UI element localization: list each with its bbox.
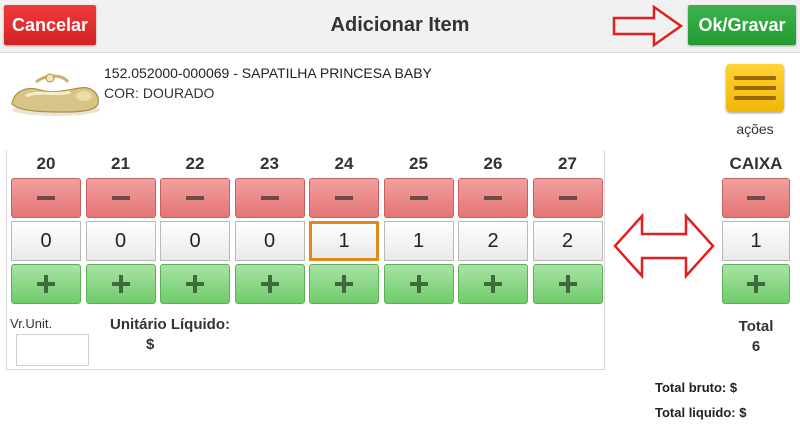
decrement-button[interactable] bbox=[458, 178, 528, 218]
minus-icon bbox=[260, 196, 279, 200]
product-code-name: 152.052000-000069 - SAPATILHA PRINCESA B… bbox=[104, 65, 432, 81]
annotation-double-arrow-icon bbox=[613, 212, 715, 280]
size-column: 25 1 bbox=[383, 150, 454, 304]
net-total: Total liquido: $ bbox=[655, 405, 747, 420]
quantity-field[interactable]: 2 bbox=[532, 221, 603, 261]
plus-icon-vertical bbox=[342, 275, 346, 293]
unit-price-input[interactable] bbox=[16, 334, 89, 366]
ok-save-button[interactable]: Ok/Gravar bbox=[688, 5, 796, 45]
quantity-field-selected[interactable]: 1 bbox=[309, 221, 379, 261]
size-label: 21 bbox=[111, 154, 130, 173]
size-column: 22 0 bbox=[160, 150, 230, 304]
box-label: CAIXA bbox=[729, 154, 783, 173]
decrement-button[interactable] bbox=[160, 178, 230, 218]
actions-label: ações bbox=[736, 121, 774, 137]
plus-icon-vertical bbox=[416, 275, 421, 293]
decrement-button[interactable] bbox=[11, 178, 81, 218]
plus-icon-vertical bbox=[118, 275, 123, 293]
total-value: 6 bbox=[751, 338, 761, 355]
size-column: 24 1 bbox=[309, 150, 379, 304]
increment-button[interactable] bbox=[160, 264, 230, 304]
size-column: 20 0 bbox=[11, 150, 81, 304]
size-column: 27 2 bbox=[532, 150, 603, 304]
increment-button[interactable] bbox=[85, 264, 156, 304]
increment-button[interactable] bbox=[11, 264, 81, 304]
increment-button[interactable] bbox=[234, 264, 305, 304]
minus-icon bbox=[409, 196, 428, 200]
decrement-button[interactable] bbox=[532, 178, 603, 218]
gross-total: Total bruto: $ bbox=[655, 380, 738, 395]
increment-button[interactable] bbox=[383, 264, 454, 304]
net-unit-label: Unitário Líquido: bbox=[110, 316, 230, 333]
size-column: 26 2 bbox=[458, 150, 528, 304]
minus-icon bbox=[335, 196, 353, 200]
quantity-field[interactable]: 0 bbox=[85, 221, 156, 261]
box-quantity-field[interactable]: 1 bbox=[722, 221, 790, 261]
box-decrement-button[interactable] bbox=[722, 178, 790, 218]
menu-icon-bar bbox=[734, 86, 776, 90]
box-increment-button[interactable] bbox=[722, 264, 790, 304]
minus-icon bbox=[558, 196, 577, 200]
menu-icon-bar bbox=[734, 76, 776, 80]
quantity-field[interactable]: 0 bbox=[160, 221, 230, 261]
quantity-field[interactable]: 0 bbox=[234, 221, 305, 261]
net-unit-value: $ bbox=[146, 336, 155, 353]
product-image bbox=[11, 73, 100, 116]
menu-icon-bar bbox=[734, 96, 776, 100]
quantity-field[interactable]: 2 bbox=[458, 221, 528, 261]
size-label: 26 bbox=[483, 154, 503, 173]
unit-price-label: Vr.Unit. bbox=[10, 316, 53, 331]
box-column: CAIXA 1 bbox=[722, 150, 790, 304]
minus-icon bbox=[37, 196, 55, 200]
minus-icon bbox=[484, 196, 502, 200]
plus-icon-vertical bbox=[491, 275, 495, 293]
plus-icon-vertical bbox=[754, 275, 758, 293]
total-label: Total bbox=[738, 318, 774, 335]
size-column: 23 0 bbox=[234, 150, 305, 304]
size-label: 27 bbox=[558, 154, 577, 173]
size-label: 20 bbox=[36, 154, 56, 173]
size-label: 24 bbox=[334, 154, 354, 173]
plus-icon-vertical bbox=[565, 275, 570, 293]
minus-icon bbox=[111, 196, 130, 200]
top-bar: Cancelar Adicionar Item Ok/Gravar bbox=[0, 0, 800, 53]
minus-icon bbox=[186, 196, 204, 200]
cancel-button[interactable]: Cancelar bbox=[4, 5, 96, 45]
decrement-button[interactable] bbox=[309, 178, 379, 218]
decrement-button[interactable] bbox=[85, 178, 156, 218]
plus-icon-vertical bbox=[267, 275, 272, 293]
size-label: 23 bbox=[260, 154, 279, 173]
increment-button[interactable] bbox=[458, 264, 528, 304]
product-color: COR: DOURADO bbox=[104, 85, 215, 101]
decrement-button[interactable] bbox=[234, 178, 305, 218]
plus-icon-vertical bbox=[44, 275, 48, 293]
annotation-arrow-right-icon bbox=[612, 4, 684, 48]
size-column: 21 0 bbox=[85, 150, 156, 304]
size-label: 22 bbox=[185, 154, 205, 173]
size-grid-panel: 20 0 21 0 22 0 23 0 24 1 25 1 26 2 27 2 bbox=[6, 150, 605, 370]
increment-button[interactable] bbox=[532, 264, 603, 304]
decrement-button[interactable] bbox=[383, 178, 454, 218]
quantity-field[interactable]: 0 bbox=[11, 221, 81, 261]
increment-button[interactable] bbox=[309, 264, 379, 304]
size-label: 25 bbox=[409, 154, 428, 173]
minus-icon bbox=[747, 196, 765, 200]
quantity-field[interactable]: 1 bbox=[383, 221, 454, 261]
plus-icon-vertical bbox=[193, 275, 197, 293]
actions-menu-button[interactable] bbox=[726, 64, 784, 112]
